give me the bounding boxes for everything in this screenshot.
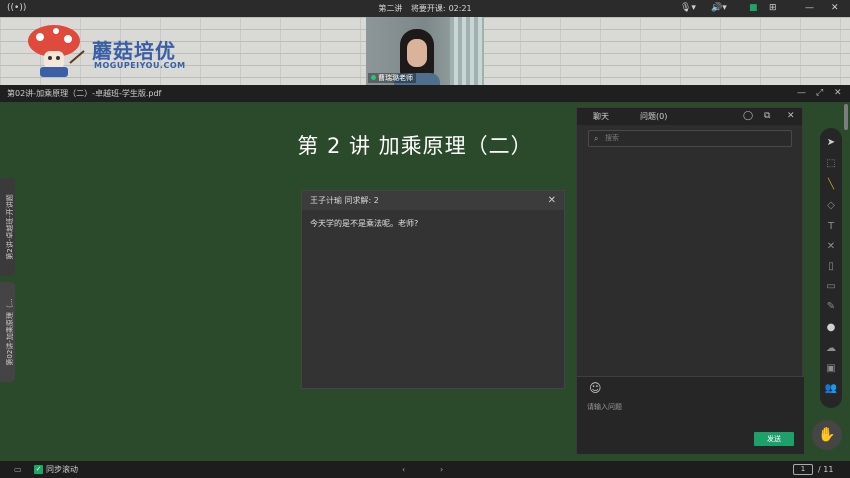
tab-chat[interactable]: 聊天 (593, 108, 609, 125)
close-icon[interactable]: ✕ (548, 191, 556, 210)
teacher-name-tag: 曹瑞璐老师 (368, 73, 416, 83)
lesson-label: 第二讲 (378, 4, 403, 13)
close-icon[interactable]: ✕ (787, 108, 795, 125)
chat-panel: 聊天 问题(0) ◯ ⧉ ✕ ⌕ 搜索 ☺ 请输入问题 发送 (576, 107, 804, 454)
delete-icon[interactable]: ✕ (820, 238, 842, 256)
next-page-icon[interactable]: › (440, 461, 443, 478)
thumbnail-panel-icon[interactable]: ▭ (14, 461, 22, 478)
doc-close-icon[interactable]: ✕ (834, 85, 842, 102)
microphone-icon[interactable]: 🎙▾ (680, 2, 696, 15)
countdown-label: 将要开课: (410, 4, 446, 13)
tab-questions[interactable]: 问题(0) (640, 108, 667, 125)
side-tab-courseware-1[interactable]: 第2讲-卓越班-开讲题 (0, 178, 15, 276)
search-input[interactable]: ⌕ 搜索 (588, 130, 792, 147)
teacher-video[interactable]: 曹瑞璐老师 (366, 17, 484, 85)
popout-icon[interactable]: ⧉ (764, 108, 770, 125)
brand-url: MOGUPEIYOU.COM (94, 61, 186, 70)
page-number-input[interactable]: 1 (793, 464, 813, 475)
drawing-toolbar: ➤ ⬚ ╲ ◇ T ✕ ▯ ▭ ✎ ● ☁ ▣ 👥 (820, 128, 842, 408)
compose-area: ☺ 请输入问题 发送 (577, 377, 804, 454)
hand-icon: ✋ (818, 427, 836, 443)
popup-header: 王子计瑜 同求解: 2 ✕ (302, 191, 564, 210)
brand-name: 蘑菇培优 (92, 39, 176, 63)
question-input[interactable]: 请输入问题 (587, 402, 622, 412)
edit-icon[interactable]: ✎ (820, 298, 842, 316)
scrollbar[interactable] (844, 104, 848, 130)
sync-scroll-label: 同步滚动 (46, 465, 78, 474)
search-icon: ⌕ (594, 134, 599, 143)
emoji-icon[interactable]: ☺ (589, 381, 602, 395)
student-question-popup: 王子计瑜 同求解: 2 ✕ 今天学的是不是乘法呢。老师? (301, 190, 565, 389)
chat-bubble-icon[interactable]: ◯ (743, 108, 753, 125)
top-bar: ((•)) 第二讲 将要开课: 02:21 🎙▾ 🔊▾ ■ ⊞ — ✕ (0, 0, 850, 17)
side-tab-label: 第2讲-卓越班-开讲题 (6, 194, 14, 260)
record-icon[interactable]: ■ (749, 2, 758, 15)
chat-tabs: 聊天 问题(0) ◯ ⧉ ✕ (577, 108, 802, 125)
select-area-icon[interactable]: ⬚ (820, 155, 842, 173)
popup-message: 今天学的是不是乘法呢。老师? (310, 219, 419, 228)
doc-minimize-icon[interactable]: — (797, 85, 806, 102)
popup-header-text: 王子计瑜 同求解: 2 (310, 196, 379, 205)
briefcase-icon[interactable]: ▣ (820, 360, 842, 378)
side-tab-label: 第02讲-加乘原理（... (6, 298, 14, 366)
side-tab-courseware-2[interactable]: 第02讲-加乘原理（... (0, 282, 15, 382)
chat-icon[interactable]: ● (820, 319, 842, 337)
page-total: / 11 (818, 465, 834, 474)
text-icon[interactable]: T (820, 218, 842, 236)
layout-grid-icon[interactable]: ⊞ (769, 2, 777, 15)
eraser-icon[interactable]: ◇ (820, 197, 842, 215)
teacher-name: 曹瑞璐老师 (378, 74, 413, 82)
users-icon[interactable]: 👥 (820, 380, 842, 398)
raise-hand-button[interactable]: ✋ (812, 420, 842, 450)
search-placeholder: 搜索 (605, 134, 619, 142)
cloud-icon[interactable]: ☁ (820, 340, 842, 358)
speaker-icon[interactable]: 🔊▾ (711, 2, 727, 15)
document-title-bar: 第02讲-加乘原理（二）-卓越班-学生版.pdf — ⤢ ✕ (0, 85, 850, 102)
trash-icon[interactable]: ▯ (820, 258, 842, 276)
bottom-bar: ▭ ✓ 同步滚动 ‹ › 1 / 11 (0, 461, 850, 478)
send-button[interactable]: 发送 (754, 432, 794, 446)
close-window-icon[interactable]: ✕ (831, 2, 839, 15)
banner: 蘑菇培优 MOGUPEIYOU.COM 曹瑞璐老师 (0, 17, 850, 85)
prev-page-icon[interactable]: ‹ (402, 461, 405, 478)
brand-logo: 蘑菇培优 MOGUPEIYOU.COM (26, 23, 196, 79)
pointer-icon[interactable]: ➤ (820, 134, 842, 152)
document-filename: 第02讲-加乘原理（二）-卓越班-学生版.pdf (7, 89, 162, 98)
doc-fullscreen-icon[interactable]: ⤢ (816, 85, 823, 102)
sync-scroll-checkbox[interactable]: ✓ (34, 465, 43, 474)
mushroom-mascot-icon (28, 25, 85, 77)
pen-icon[interactable]: ╲ (820, 176, 842, 194)
minimize-window-icon[interactable]: — (805, 2, 814, 15)
countdown-time: 02:21 (448, 4, 472, 13)
camera-icon[interactable]: ▭ (820, 278, 842, 296)
